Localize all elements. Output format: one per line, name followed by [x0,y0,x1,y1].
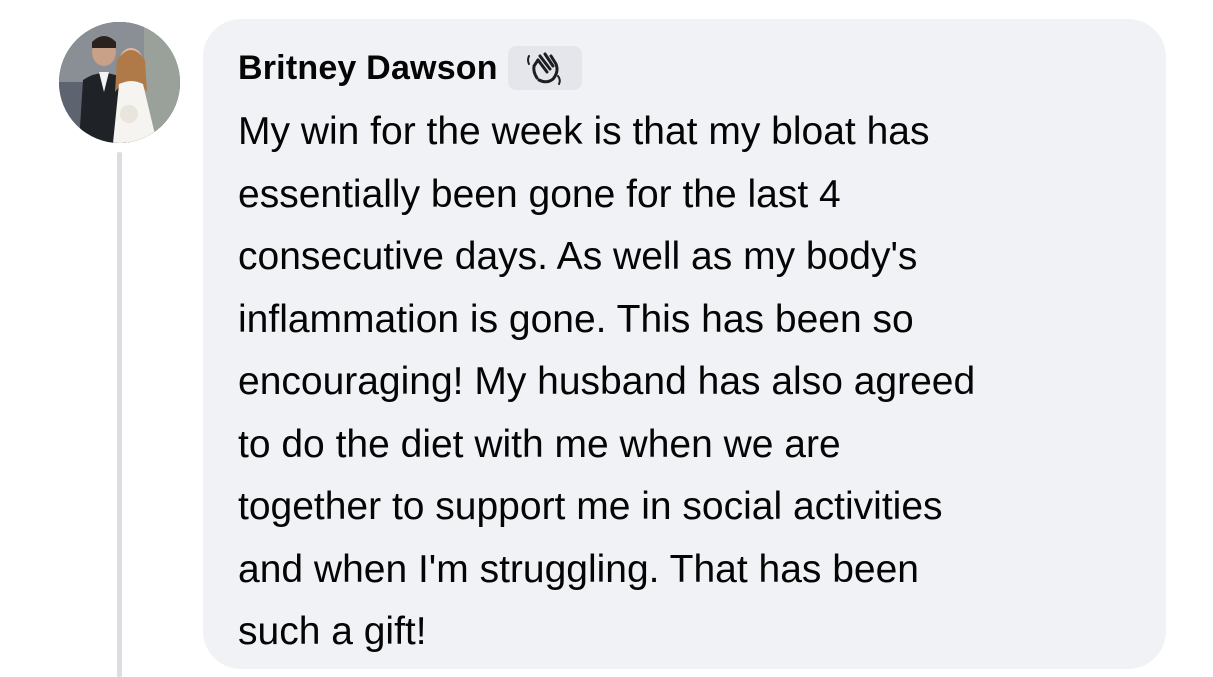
comment-text: My win for the week is that my bloat has… [238,110,976,653]
comment-header: Britney Dawson [238,43,582,93]
avatar[interactable] [59,22,180,143]
waving-hand-icon [526,52,561,85]
author-name[interactable]: Britney Dawson [238,49,498,88]
comment-bubble: Britney Dawson My win for the week is th… [203,19,1166,669]
reply-thread-line [117,152,122,677]
avatar-photo [59,22,180,143]
member-badge[interactable] [507,46,582,90]
